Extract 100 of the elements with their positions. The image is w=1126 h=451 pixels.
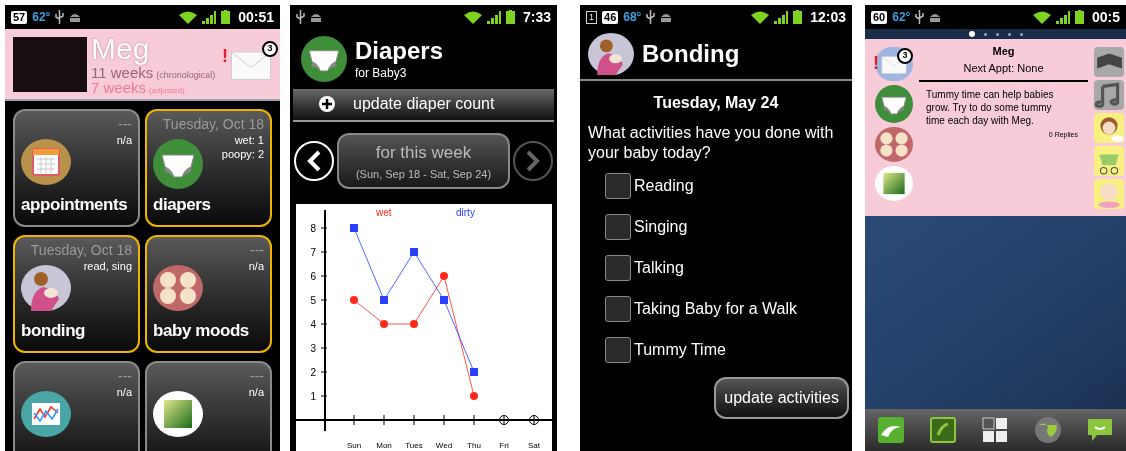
tile-label: diapers	[153, 193, 212, 216]
temperature-text: 68°	[623, 9, 642, 26]
screen-title: Bonding	[642, 39, 740, 69]
usb-icon	[296, 10, 305, 24]
tile-label: baby moods	[153, 319, 250, 342]
age-text: 11 weeks	[91, 65, 154, 80]
data-point	[410, 320, 418, 328]
data-point	[350, 224, 358, 232]
update-activities-button[interactable]: update activities	[714, 377, 849, 419]
alert-mark: !	[873, 53, 879, 72]
signal-icon	[486, 10, 501, 24]
week-range: (Sun, Sep 18 - Sat, Sep 24)	[355, 166, 492, 182]
empty-day-marker	[528, 415, 540, 425]
activity-checkbox[interactable]: Talking	[605, 255, 852, 281]
summary-text: read, sing	[83, 259, 132, 273]
alert-mark: !	[222, 47, 228, 66]
age-note: (chronological)	[156, 71, 216, 80]
adjusted-age-text: 7 weeks	[91, 80, 147, 95]
activity-checkbox[interactable]: Singing	[605, 214, 852, 240]
notification-badge: 60	[871, 10, 888, 24]
category-label: Thu	[467, 441, 481, 450]
diaper-icon	[153, 139, 203, 189]
summary-text: n/a	[116, 385, 132, 399]
battery-icon	[1074, 10, 1084, 24]
envelope-icon	[881, 56, 907, 75]
category-tile[interactable]: Tuesday, Oct 18 read, sing bonding	[13, 235, 140, 353]
tile-label: appointments	[21, 193, 129, 216]
diaper-icon	[875, 85, 913, 123]
data-point	[410, 248, 418, 256]
chevron-right-icon	[526, 150, 540, 173]
category-label: Sun	[346, 441, 362, 450]
date-text: Tuesday, Oct 18	[162, 115, 264, 133]
woman-talking-icon[interactable]	[1094, 113, 1124, 143]
date-text: ---	[118, 367, 132, 385]
category-label: Fri	[499, 441, 509, 450]
stroller-icon[interactable]	[1094, 146, 1124, 176]
activity-checkbox[interactable]: Tummy Time	[605, 337, 852, 363]
battery-icon	[221, 10, 231, 24]
date-text: ---	[250, 367, 264, 385]
clock-text: 12:03	[810, 7, 846, 27]
legend-label: dirty	[456, 207, 475, 218]
notification-badge: 46	[602, 10, 619, 24]
envelope-icon	[230, 51, 272, 81]
data-point	[380, 296, 388, 304]
usb-icon	[55, 10, 65, 24]
data-point	[470, 392, 478, 400]
signal-icon	[774, 10, 789, 24]
previous-week-button[interactable]	[294, 141, 334, 182]
activity-checkbox[interactable]: Taking Baby for a Walk	[605, 296, 852, 322]
week-title: for this week	[375, 142, 472, 165]
baby-faces-icon	[153, 265, 203, 311]
next-appointment-text: Next Appt: None	[919, 59, 1088, 82]
category-tile[interactable]: --- n/a	[145, 361, 272, 451]
baby-name: Meg	[991, 44, 1016, 59]
chevron-left-icon	[307, 150, 321, 173]
tick-label: 8	[310, 223, 316, 234]
message-count-badge: 3	[262, 41, 278, 58]
tick-label: 5	[310, 295, 316, 306]
wifi-icon	[179, 10, 198, 24]
date-text: ---	[250, 241, 264, 259]
update-diaper-count-button[interactable]: update diaper count	[293, 88, 554, 123]
tick-label: 3	[310, 343, 316, 354]
globe-icon[interactable]	[1032, 415, 1063, 445]
summary-text: n/a	[248, 385, 264, 399]
battery-icon	[793, 10, 803, 24]
tick-label: 1	[310, 391, 316, 402]
empty-day-marker	[498, 415, 510, 425]
mother-baby-icon	[588, 32, 634, 76]
category-tile[interactable]: Tuesday, Oct 18 wet: 1 poopy: 2 diapers	[145, 109, 272, 227]
temperature-text: 62°	[892, 9, 911, 26]
tick-label: 2	[310, 367, 316, 378]
category-tile[interactable]: --- n/a	[13, 361, 140, 451]
tick-label: 6	[310, 271, 316, 282]
data-point	[350, 296, 358, 304]
music-notes-icon[interactable]	[1094, 80, 1124, 110]
wifi-icon	[463, 10, 482, 24]
battery-icon	[505, 10, 515, 24]
screen-title: Diapers	[355, 38, 444, 63]
notification-badge: 1	[586, 10, 597, 24]
calendar-icon	[21, 139, 71, 185]
activity-checkbox[interactable]: Reading	[605, 173, 852, 199]
notification-badge: 57	[11, 10, 28, 24]
category-tile[interactable]: --- n/a baby moods	[145, 235, 272, 353]
screen-subtitle: for Baby3	[355, 66, 408, 79]
summary-text: n/a	[248, 259, 264, 273]
clock-text: 7:33	[522, 7, 551, 27]
data-point	[380, 320, 388, 328]
category-label: Sat	[528, 441, 540, 450]
data-point	[440, 272, 448, 280]
tick-label: 7	[310, 247, 316, 258]
clock-text: 00:5	[1091, 7, 1120, 27]
date-text: Tuesday, Oct 18	[30, 241, 132, 259]
tile-label: bonding	[21, 319, 87, 342]
adjusted-note: (adjusted)	[149, 87, 185, 95]
category-label: Wed	[435, 441, 453, 450]
category-tile[interactable]: --- n/a appointments	[13, 109, 140, 227]
line-chart-icon	[21, 391, 71, 437]
tip-text: Tummy time can help babies grow. Try to do some tummy time each day with Meg.	[925, 88, 1055, 127]
category-label: Tues	[405, 441, 423, 450]
mother-baby-icon	[21, 265, 71, 311]
